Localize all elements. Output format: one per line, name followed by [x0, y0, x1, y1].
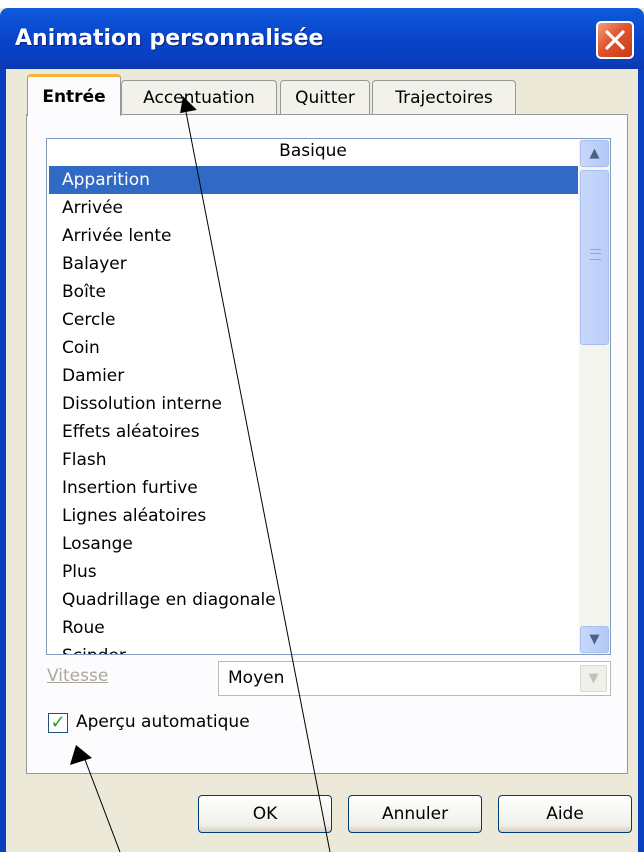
annotation-arrow-line: [185, 111, 331, 852]
annotation-arrows: [70, 96, 331, 852]
annotation-arrow-line: [83, 756, 121, 852]
arrowhead-icon: [180, 96, 197, 114]
tab-entree[interactable]: Entrée: [27, 74, 121, 116]
arrowhead-icon: [70, 745, 92, 765]
